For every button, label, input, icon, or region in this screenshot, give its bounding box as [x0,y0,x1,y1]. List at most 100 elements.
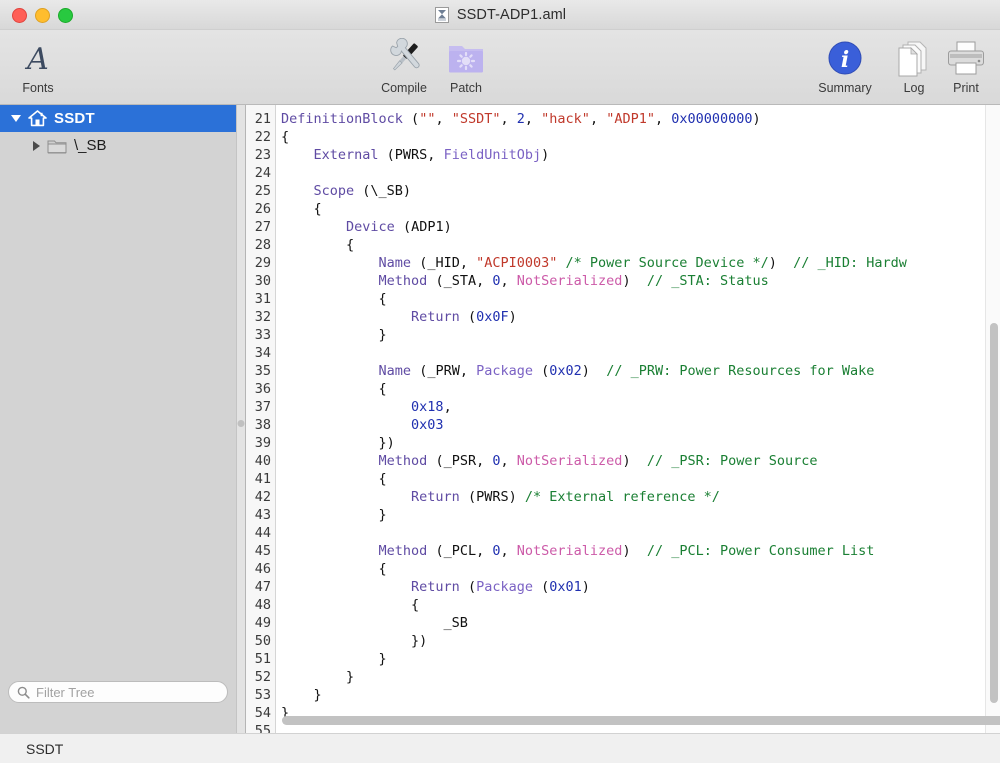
code-line[interactable]: { [281,200,322,218]
patch-icon [428,36,504,80]
acpi-tree[interactable]: SSDT \_SB [0,105,236,671]
status-bar-text: SSDT [26,740,64,757]
toolbar-label-summary: Summary [818,81,872,95]
toolbar-button-patch[interactable]: Patch [428,36,504,100]
code-line[interactable]: _SB [281,614,468,632]
svg-text:A: A [24,42,49,76]
code-token: { [281,561,387,577]
code-token: ( [467,579,477,595]
code-token: (_STA, [435,273,493,289]
vertical-scrollbar[interactable] [985,105,1000,733]
aml-editor-window: SSDT-ADP1.aml A Fonts Compile Patch i Su… [0,0,1000,763]
toolbar-label-print: Print [953,81,979,95]
code-line[interactable]: { [281,128,289,146]
code-line[interactable]: { [281,380,387,398]
code-token: } [281,669,355,685]
code-token: Return [411,309,468,325]
line-number: 32 [254,309,271,325]
code-line[interactable]: Method (_PCL, 0, NotSerialized) // _PCL:… [281,542,875,560]
code-line[interactable]: }) [281,632,427,650]
code-line[interactable]: 0x18, [281,398,452,416]
code-token: Return [411,579,468,595]
code-line[interactable]: Name (_HID, "ACPI0003" /* Power Source D… [281,254,907,272]
sidebar: SSDT \_SB Filter Tree [0,105,236,733]
toolbar-button-fonts[interactable]: A Fonts [0,36,76,100]
code-line[interactable]: }) [281,434,395,452]
code-line[interactable]: Method (_STA, 0, NotSerialized) // _STA:… [281,272,769,290]
code-token: // _STA: Status [646,273,769,289]
code-line[interactable]: DefinitionBlock ("", "SSDT", 2, "hack", … [281,110,761,128]
chevron-down-icon[interactable] [8,111,24,127]
code-line[interactable]: } [281,650,387,668]
code-line[interactable]: { [281,236,354,254]
code-token: ) [541,147,550,163]
code-token: "ADP1" [606,111,655,127]
code-line[interactable]: Return (0x0F) [281,308,517,326]
filter-tree-field-wrapper[interactable]: Filter Tree [8,681,228,703]
line-number: 49 [254,615,271,631]
tree-item-sb[interactable]: \_SB [0,132,236,159]
code-line[interactable]: 0x03 [281,416,444,434]
tree-label-ssdt: SSDT [54,110,95,127]
line-number: 43 [254,507,271,523]
code-line[interactable]: } [281,686,322,704]
vertical-scrollbar-thumb[interactable] [989,323,998,703]
code-token: "" [419,111,436,127]
code-token: External [313,147,387,163]
title-bar: SSDT-ADP1.aml [0,0,1000,30]
code-token: Package [476,579,542,595]
tree-item-ssdt[interactable]: SSDT [0,105,236,132]
code-token: } [281,687,322,703]
code-line[interactable]: } [281,326,387,344]
code-line[interactable]: Return (Package (0x01) [281,578,590,596]
toolbar-button-summary[interactable]: i Summary [807,36,883,100]
line-number: 23 [254,147,271,163]
splitter-grip-handle[interactable] [237,420,245,427]
code-token: "SSDT" [451,111,501,127]
code-token: ) [768,255,777,271]
code-token: Return [411,489,468,505]
code-token: } [281,507,387,523]
horizontal-scrollbar-thumb[interactable] [282,716,1000,725]
code-line[interactable]: { [281,596,419,614]
code-token: , [500,543,517,559]
code-token: (PWRS, [386,147,444,163]
line-number: 34 [254,345,271,361]
code-text-area[interactable]: DefinitionBlock ("", "SSDT", 2, "hack", … [277,105,1000,733]
code-line[interactable]: Device (ADP1) [281,218,452,236]
code-line[interactable]: Method (_PSR, 0, NotSerialized) // _PSR:… [281,452,818,470]
line-number: 35 [254,363,271,379]
code-token: , [435,111,452,127]
code-line[interactable]: } [281,506,387,524]
code-token: ) [508,309,517,325]
pane-splitter[interactable] [236,105,246,733]
code-line[interactable]: Return (PWRS) /* External reference */ [281,488,720,506]
code-line[interactable]: Scope (\_SB) [281,182,412,200]
code-token: 0x00000000 [671,111,753,127]
code-line[interactable]: Name (_PRW, Package (0x02) // _PRW: Powe… [281,362,875,380]
code-line[interactable]: External (PWRS, FieldUnitObj) [281,146,550,164]
code-line[interactable]: { [281,470,387,488]
code-line[interactable]: { [281,290,387,308]
code-line[interactable]: { [281,560,387,578]
toolbar-button-print[interactable]: Print [928,36,1000,100]
code-editor[interactable]: 21 22 23 24 25 26 27 28 29 30 31 32 33 34 35 36 37 38 39 40… [246,105,1000,733]
code-line[interactable]: } [281,668,354,686]
code-token: , [500,273,517,289]
code-token: (_PSR, [435,453,493,469]
filter-tree-input[interactable]: Filter Tree [8,681,228,703]
line-number: 27 [254,219,271,235]
search-icon [17,686,30,699]
toolbar: A Fonts Compile Patch i Summary Log Prin… [0,30,1000,105]
chevron-right-icon[interactable] [28,138,44,154]
code-token: { [281,237,355,253]
code-token: ) [622,273,631,289]
